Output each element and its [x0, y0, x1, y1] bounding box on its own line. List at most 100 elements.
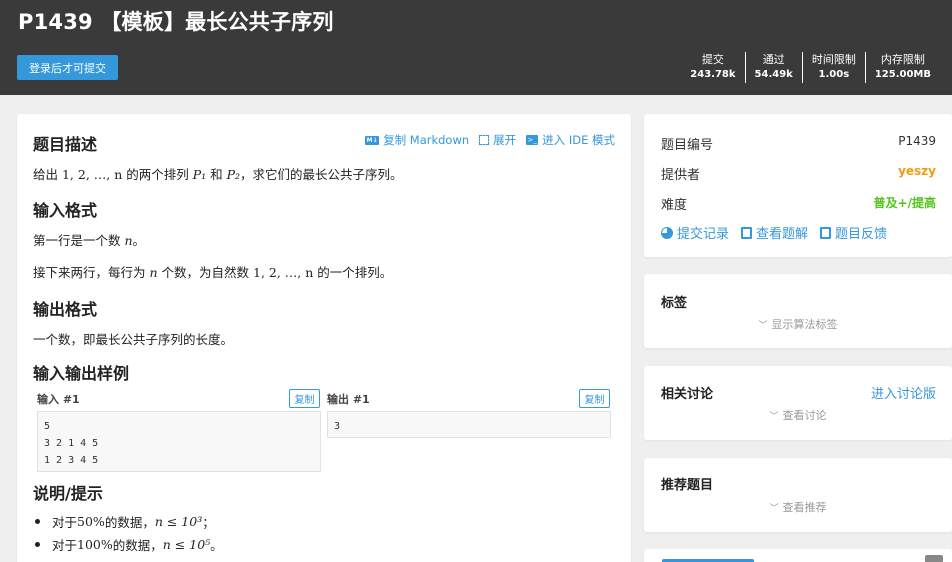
expand-link[interactable]: 展开: [479, 132, 516, 148]
chevron-down-icon: ﹀: [769, 412, 779, 422]
hint-item: 对于 100% 的数据， n ≤ 10⁵。: [33, 533, 223, 556]
text-segment: ，求它们的最长公共子序列。: [240, 167, 403, 182]
link-label: 查看题解: [756, 227, 809, 242]
info-links: 提交记录 查看题解 题目反馈: [661, 223, 887, 242]
input-format-heading: 输入格式: [33, 201, 98, 220]
math-percent: 100%: [77, 537, 113, 552]
discussion-card: 相关讨论 进入讨论版 ﹀ 查看讨论: [644, 366, 952, 440]
text-segment: 的数据，: [112, 538, 163, 553]
math-condition: n ≤ 10⁵: [162, 537, 211, 552]
text-segment: 第一行是一个数: [33, 233, 125, 248]
math-percent: 50%: [77, 514, 105, 529]
sample-input-box[interactable]: 5 3 2 1 4 5 1 2 3 4 5: [37, 411, 321, 472]
stat-label: 通过: [762, 53, 785, 66]
problem-statement-card: M↓ 复制 Markdown 展开 >_ 进入 IDE 模式 题目描述 给出 1…: [17, 114, 631, 562]
page-title: P1439 【模板】最长公共子序列: [18, 10, 334, 34]
copy-markdown-link[interactable]: M↓ 复制 Markdown: [365, 132, 469, 148]
view-discussion-toggle[interactable]: ﹀ 查看讨论: [644, 407, 952, 423]
math-p2: P₂: [226, 167, 241, 182]
copy-output-button[interactable]: 复制: [579, 389, 610, 408]
list-icon: [820, 226, 832, 239]
sample-output-label: 输出 #1: [327, 393, 370, 406]
show-tags-toggle[interactable]: ﹀ 显示算法标签: [644, 316, 952, 332]
math-condition: n ≤ 10³: [154, 514, 203, 529]
sample-output-box[interactable]: 3: [327, 411, 611, 438]
text-segment: ；: [202, 515, 215, 530]
document-icon: [741, 226, 753, 239]
text-segment: 接下来两行，每行为: [33, 265, 150, 280]
expand-icon: [479, 135, 490, 145]
markdown-icon: M↓: [365, 135, 380, 145]
stat-submissions: 提交 243.78k: [681, 52, 744, 83]
input-line-1: 第一行是一个数 n。: [33, 230, 145, 249]
partial-card: [644, 549, 952, 562]
stat-value: 1.00s: [818, 69, 850, 80]
pie-chart-icon: [661, 226, 673, 239]
provider-label: 提供者: [661, 168, 701, 183]
submission-records-link[interactable]: 提交记录: [661, 223, 729, 242]
text-segment: 的数据，: [104, 515, 155, 530]
stat-memory-limit: 内存限制 125.00MB: [864, 52, 940, 83]
view-solutions-link[interactable]: 查看题解: [741, 223, 808, 242]
text-segment: 的一个排列。: [313, 265, 393, 280]
sample-input-label: 输入 #1: [37, 393, 80, 406]
input-line-2: 接下来两行，每行为 n 个数，为自然数 1, 2, …, n 的一个排列。: [33, 262, 392, 281]
chevron-down-icon: ﹀: [769, 504, 779, 514]
copy-markdown-label: 复制 Markdown: [383, 133, 470, 147]
partial-grey-icon: [925, 555, 943, 562]
description-heading: 题目描述: [33, 135, 98, 154]
stat-value: 54.49k: [754, 69, 793, 80]
math-p1: P₁: [192, 167, 207, 182]
problem-id-value: P1439: [898, 134, 936, 148]
tags-card: 标签 ﹀ 显示算法标签: [644, 274, 952, 348]
chevron-down-icon: ﹀: [758, 321, 768, 331]
link-label: 提交记录: [677, 227, 730, 242]
copy-input-button[interactable]: 复制: [289, 389, 320, 408]
text-segment: 和: [206, 167, 227, 182]
difficulty-value: 普及+/提高: [873, 196, 936, 210]
text-segment: 。: [132, 233, 146, 248]
recommend-card: 推荐题目 ﹀ 查看推荐: [644, 458, 952, 532]
ide-mode-link[interactable]: >_ 进入 IDE 模式: [526, 132, 615, 148]
samples-heading: 输入输出样例: [33, 364, 130, 383]
header: P1439 【模板】最长公共子序列 登录后才可提交 提交 243.78k 通过 …: [0, 0, 952, 95]
math-n: n: [149, 265, 158, 280]
toggle-label: 显示算法标签: [771, 318, 838, 331]
math-n: n: [124, 233, 133, 248]
output-text: 一个数，即最长公共子序列的长度。: [33, 332, 234, 347]
hint-item: 对于 50% 的数据， n ≤ 10³；: [33, 510, 223, 533]
text-segment: 对于: [52, 538, 78, 553]
math-sequence: 1, 2, …, n: [253, 265, 314, 280]
tags-title: 标签: [661, 296, 688, 311]
hint-list: 对于 50% 的数据， n ≤ 10³； 对于 100% 的数据， n ≤ 10…: [33, 510, 223, 556]
link-label: 题目反馈: [835, 227, 888, 242]
terminal-icon: >_: [526, 135, 539, 145]
statement-actions: M↓ 复制 Markdown 展开 >_ 进入 IDE 模式: [365, 132, 615, 148]
ide-mode-label: 进入 IDE 模式: [542, 133, 615, 147]
provider-link[interactable]: yeszy: [898, 164, 936, 183]
stat-time-limit: 时间限制 1.00s: [801, 52, 865, 83]
view-recommend-toggle[interactable]: ﹀ 查看推荐: [644, 499, 952, 515]
toggle-label: 查看推荐: [782, 501, 827, 514]
text-segment: 。: [210, 538, 223, 553]
text-segment: 的两个排列: [122, 167, 193, 182]
difficulty-label: 难度: [661, 198, 688, 213]
stat-label: 时间限制: [811, 53, 856, 66]
recommend-title: 推荐题目: [661, 478, 714, 493]
text-segment: 个数，为自然数: [157, 265, 253, 280]
info-row-id: 题目编号 P1439: [661, 134, 936, 153]
login-to-submit-button[interactable]: 登录后才可提交: [17, 55, 118, 80]
enter-forum-link[interactable]: 进入讨论版: [871, 383, 936, 402]
discussion-title: 相关讨论: [661, 387, 714, 402]
stat-accepted: 通过 54.49k: [744, 52, 802, 83]
description-text: 给出 1, 2, …, n 的两个排列 P₁ 和 P₂，求它们的最长公共子序列。: [33, 164, 403, 183]
text-segment: 给出: [33, 167, 62, 182]
math-sequence: 1, 2, …, n: [61, 167, 123, 182]
problem-info-card: 题目编号 P1439 提供者 yeszy 难度 普及+/提高 提交记录 查看题解…: [644, 114, 952, 257]
feedback-link[interactable]: 题目反馈: [820, 223, 887, 242]
stat-value: 243.78k: [690, 69, 736, 80]
problem-stats: 提交 243.78k 通过 54.49k 时间限制 1.00s 内存限制 125…: [681, 52, 940, 83]
toggle-label: 查看讨论: [782, 409, 827, 422]
info-row-difficulty: 难度 普及+/提高: [661, 194, 936, 213]
output-format-heading: 输出格式: [33, 300, 98, 319]
